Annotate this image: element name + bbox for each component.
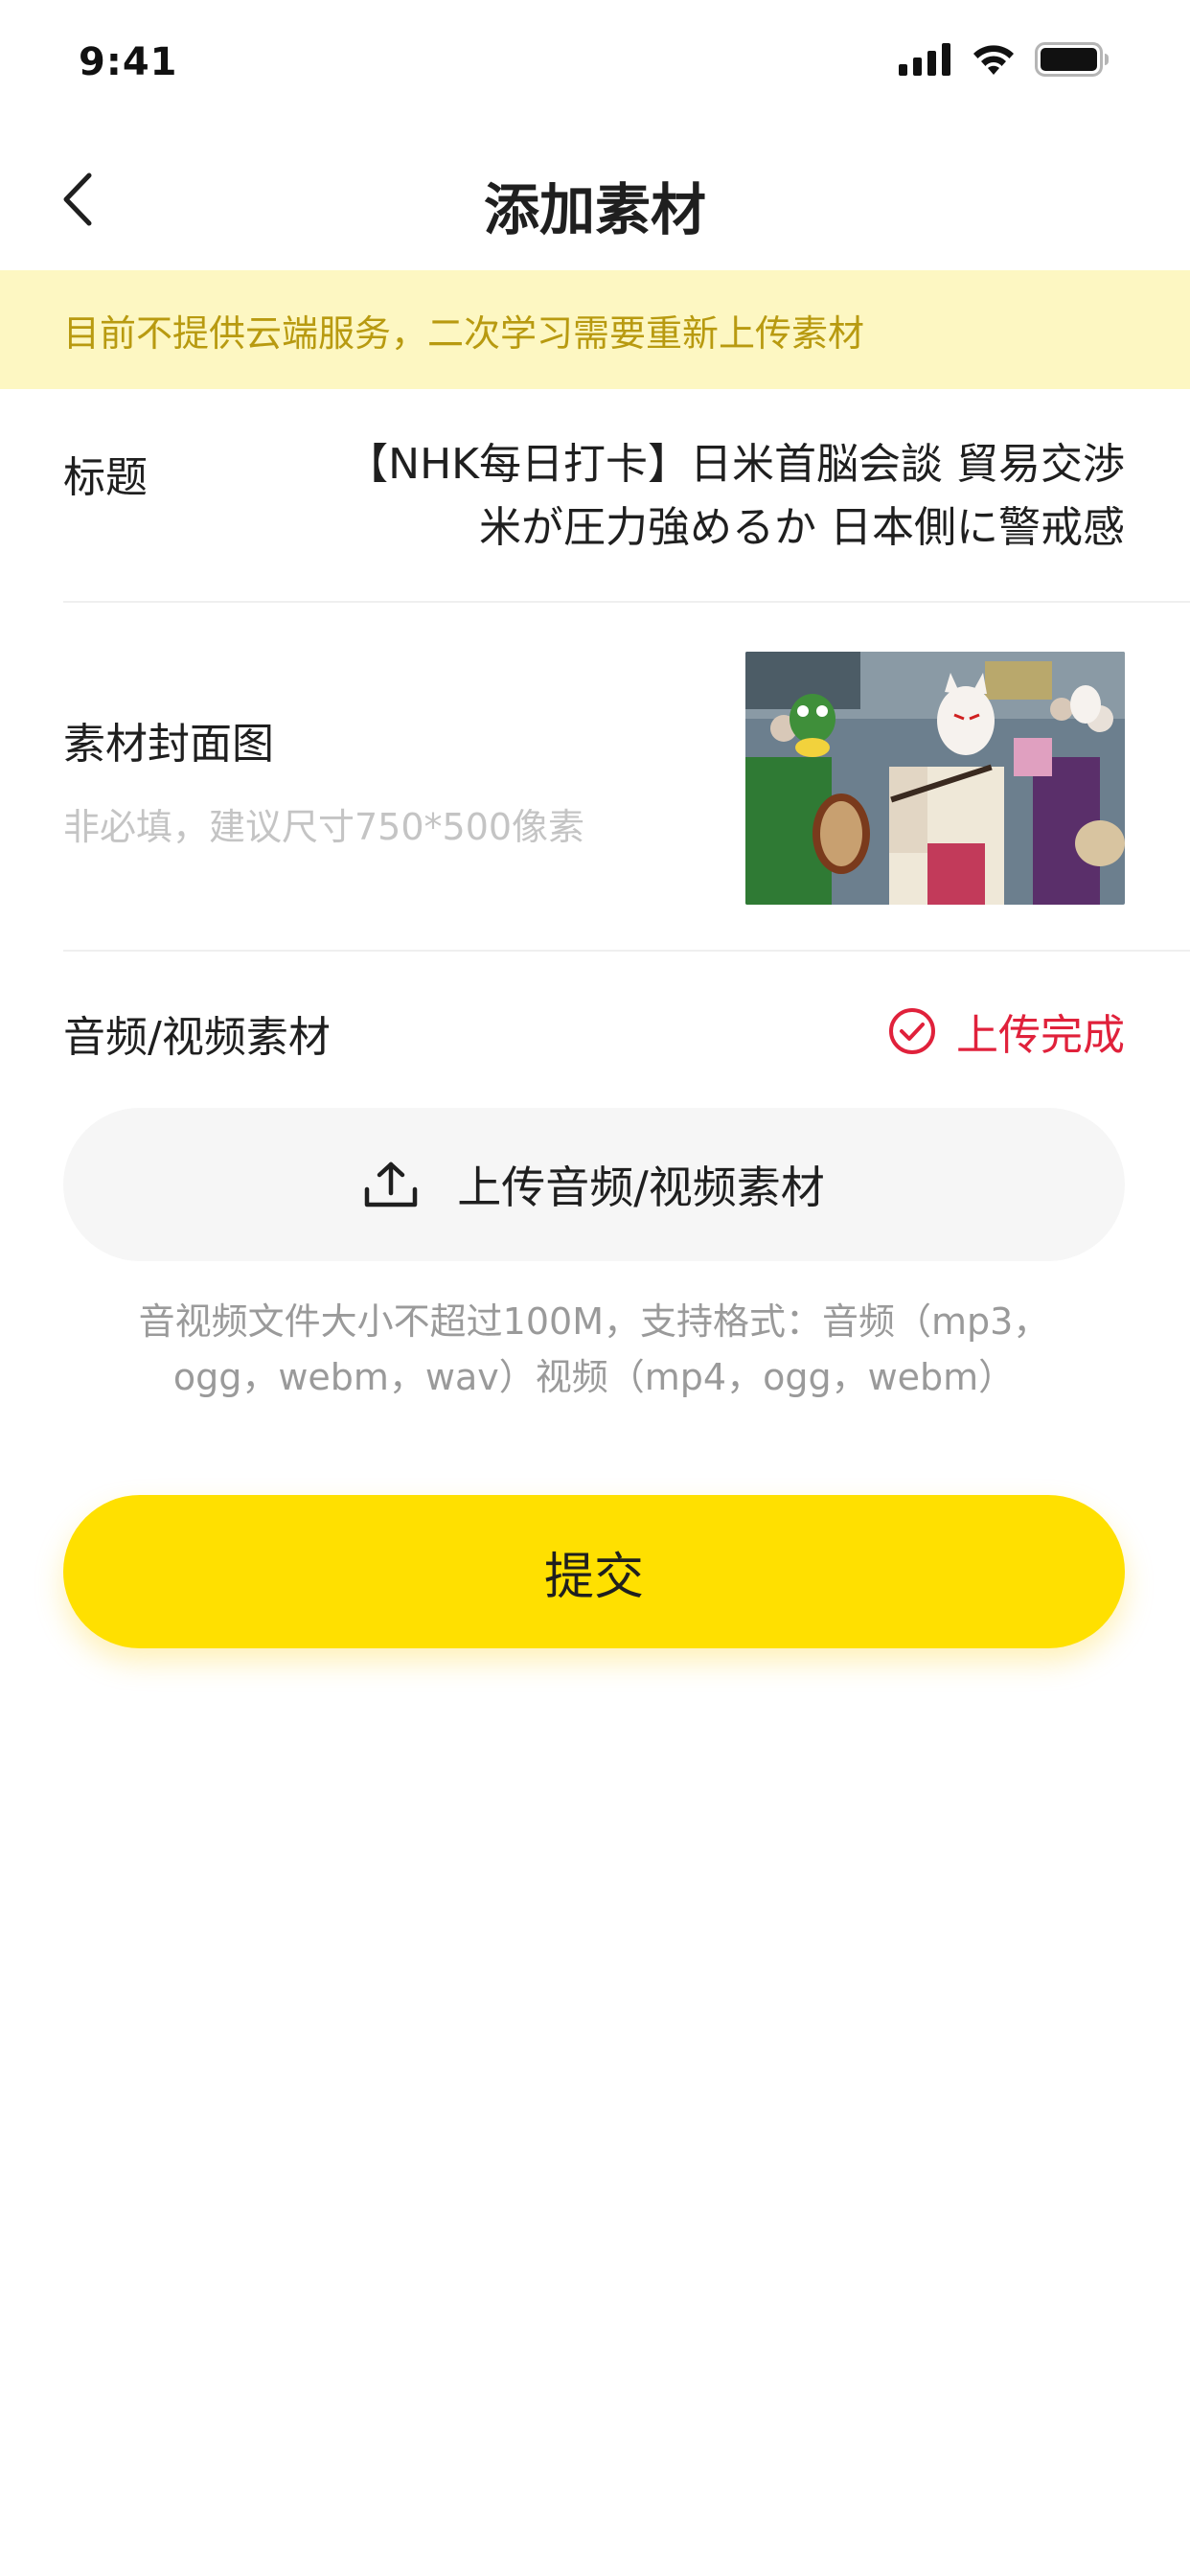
cover-hint: 非必填，建议尺寸750*500像素 [63,806,585,848]
cover-photo [745,652,1125,905]
submit-button-label: 提交 [543,1548,644,1606]
nav-bar: 添加素材 [0,126,1190,270]
status-bar: 9:41 [0,0,1190,126]
wifi-icon [973,45,1014,75]
upload-status-text: 上传完成 [956,1011,1125,1060]
submit-button[interactable]: 提交 [63,1495,1125,1648]
title-label: 标题 [63,453,148,502]
format-note: 音视频文件大小不超过100M，支持格式：音频（mp3， ogg，webm，wav… [115,1294,1073,1405]
divider [63,950,1190,952]
status-time: 9:41 [79,40,178,84]
upload-media-button-label: 上传音频/视频素材 [457,1162,825,1213]
title-value-line2: 米が圧力強めるか 日本側に警戒感 [479,503,1125,552]
title-value-line1: 【NHK每日打卡】日米首脳会談 貿易交渉 [346,440,1125,489]
check-circle-icon [889,1008,935,1054]
status-icons [899,42,1111,77]
page-title: 添加素材 [483,177,706,242]
cover-image[interactable] [745,652,1125,905]
upload-status: 上传完成 [887,1000,1125,1062]
signal-icon [899,43,950,76]
notice-text: 目前不提供云端服务，二次学习需要重新上传素材 [63,311,865,355]
upload-icon [365,1162,418,1208]
format-note-line2: ogg，webm，wav）视频（mp4，ogg，webm） [172,1356,1016,1398]
cover-label: 素材封面图 [63,720,274,769]
media-label: 音频/视频素材 [63,1013,331,1062]
divider [63,601,1190,603]
battery-icon [1035,42,1109,77]
upload-media-button[interactable]: 上传音频/视频素材 [63,1108,1125,1261]
notice-banner: 目前不提供云端服务，二次学习需要重新上传素材 [0,270,1190,389]
title-value[interactable]: 【NHK每日打卡】日米首脳会談 貿易交渉 米が圧力強めるか 日本側に警戒感 [282,433,1125,560]
format-note-line1: 音视频文件大小不超过100M，支持格式：音频（mp3， [138,1300,1050,1343]
